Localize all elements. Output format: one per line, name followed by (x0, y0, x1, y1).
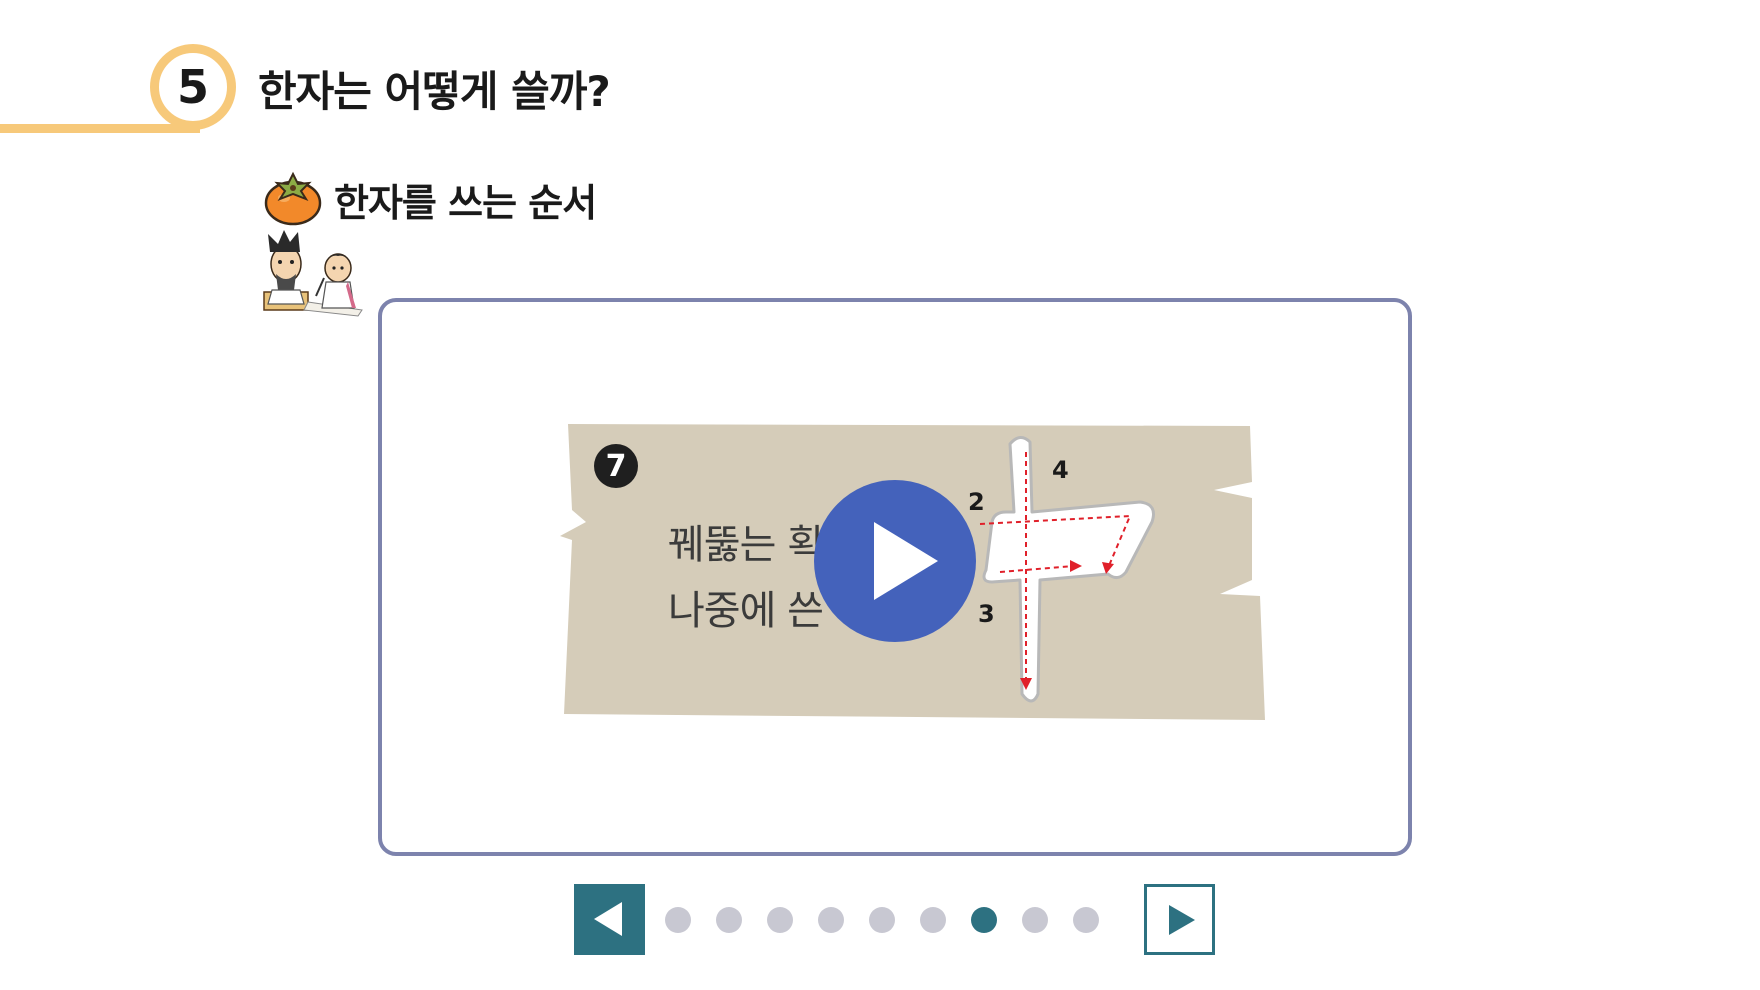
page-dot-2[interactable] (716, 907, 742, 933)
section-subtitle: 한자를 쓰는 순서 (334, 181, 597, 225)
scholar-characters-illustration (263, 230, 363, 317)
page-dot-6[interactable] (920, 907, 946, 933)
stroke-label: 4 (1052, 456, 1069, 484)
persimmon-icon (264, 171, 322, 226)
page-title: 한자는 어떻게 쓸까? (258, 67, 611, 116)
rule-text-line1: 꿰뚫는 획 (668, 522, 824, 568)
page-dot-8[interactable] (1022, 907, 1048, 933)
page-indicator (665, 904, 1099, 936)
page-dot-9[interactable] (1073, 907, 1099, 933)
page-dot-7-active[interactable] (971, 907, 997, 933)
next-page-button[interactable] (1144, 884, 1215, 955)
triangle-left-icon (594, 902, 622, 936)
triangle-right-icon (1169, 905, 1195, 935)
play-icon (874, 522, 938, 600)
stroke-label: 3 (978, 600, 995, 628)
page-dot-1[interactable] (665, 907, 691, 933)
previous-page-button[interactable] (574, 884, 645, 955)
step-number-badge: 7 (594, 444, 638, 488)
page-dot-5[interactable] (869, 907, 895, 933)
page-dot-4[interactable] (818, 907, 844, 933)
play-button[interactable] (814, 480, 976, 642)
hanzi-stroke-diagram: 2 3 4 (968, 436, 1155, 703)
page-dot-3[interactable] (767, 907, 793, 933)
rule-text-line2: 나중에 쓴 (668, 588, 824, 634)
section-number: 5 (176, 60, 209, 114)
